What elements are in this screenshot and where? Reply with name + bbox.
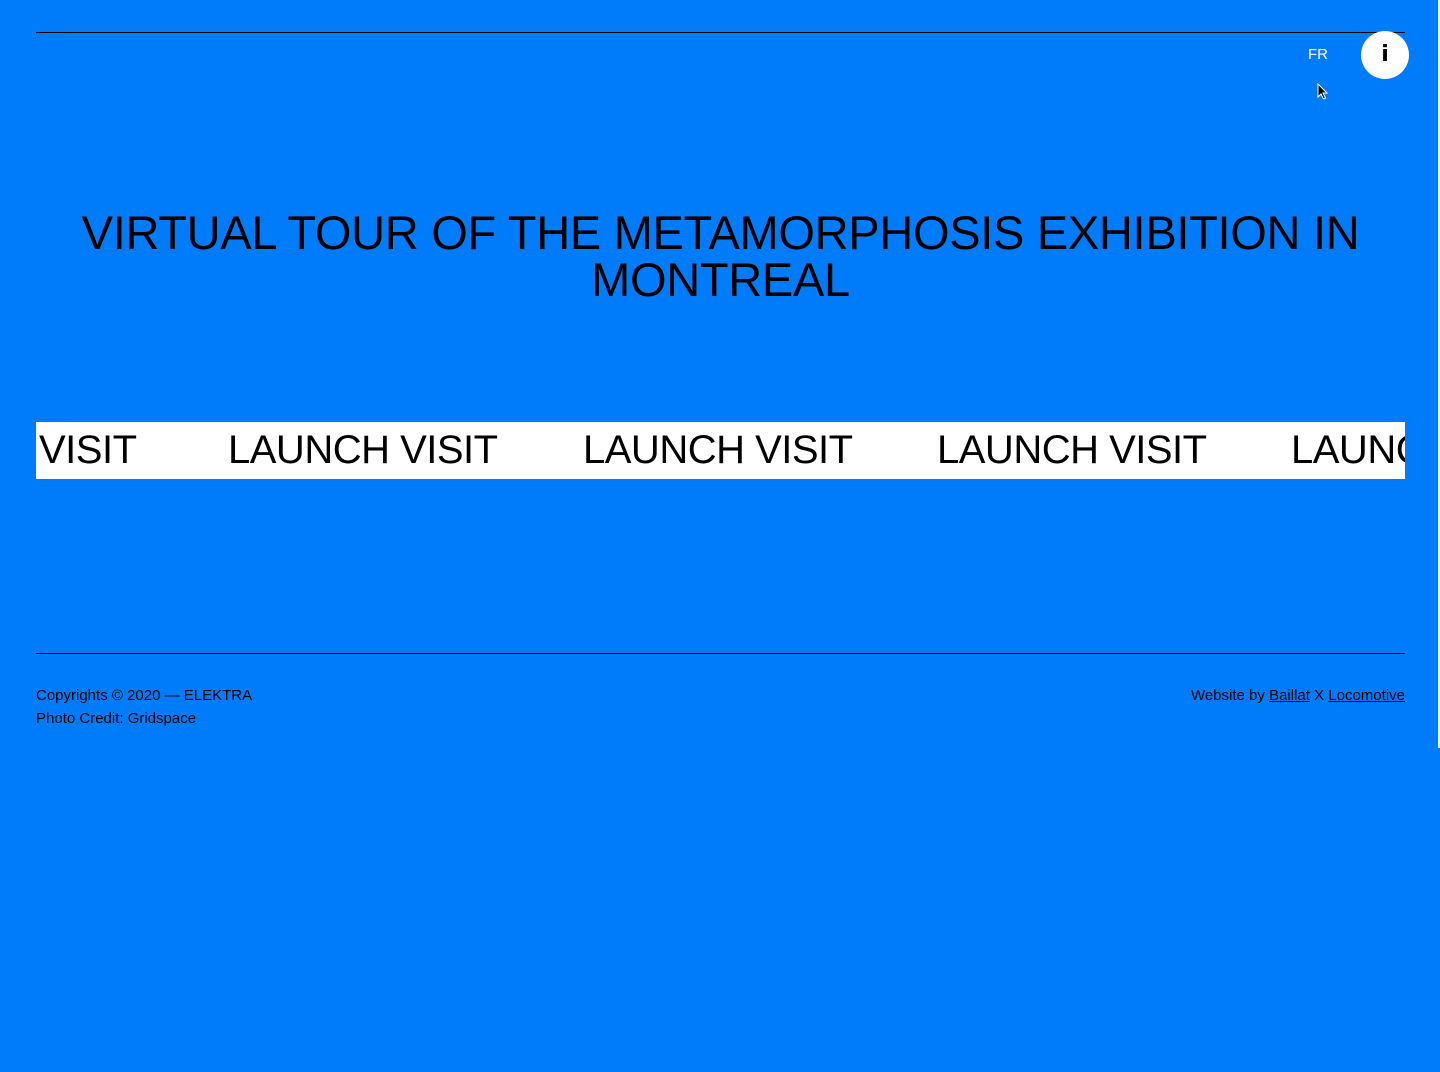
mouse-pointer-icon <box>1317 83 1329 100</box>
marquee-item[interactable]: VISIT <box>39 429 137 471</box>
marquee-track: VISIT LAUNCH VISIT LAUNCH VISIT LAUNCH V… <box>36 422 1405 479</box>
website-by-label: Website by <box>1190 687 1265 704</box>
info-icon: i <box>1381 42 1389 67</box>
baillat-link[interactable]: Baillat <box>1269 687 1310 704</box>
launch-visit-marquee[interactable]: VISIT LAUNCH VISIT LAUNCH VISIT LAUNCH V… <box>36 422 1405 479</box>
header-divider <box>36 32 1405 33</box>
marquee-item[interactable]: LAUNC <box>1291 429 1405 471</box>
footer-divider <box>36 653 1405 654</box>
website-credits: Website by Baillat X Locomotive <box>1191 684 1405 707</box>
credit-separator: X <box>1314 687 1325 704</box>
language-toggle-fr[interactable]: FR <box>1304 45 1332 65</box>
info-button[interactable]: i <box>1361 31 1409 79</box>
copyright-text: Copyrights © 2020 — ELEKTRA <box>36 687 253 704</box>
footer-credits: Copyrights © 2020 — ELEKTRA Photo Credit… <box>36 684 252 730</box>
page-title: VIRTUAL TOUR OF THE METAMORPHOSIS EXHIBI… <box>81 206 1360 306</box>
photo-credit-text: Photo Credit: Gridspace <box>36 710 197 727</box>
marquee-item[interactable]: LAUNCH VISIT <box>228 429 498 471</box>
marquee-item[interactable]: LAUNCH VISIT <box>937 429 1207 471</box>
locomotive-link[interactable]: Locomotive <box>1328 687 1405 704</box>
marquee-item[interactable]: LAUNCH VISIT <box>583 429 853 471</box>
